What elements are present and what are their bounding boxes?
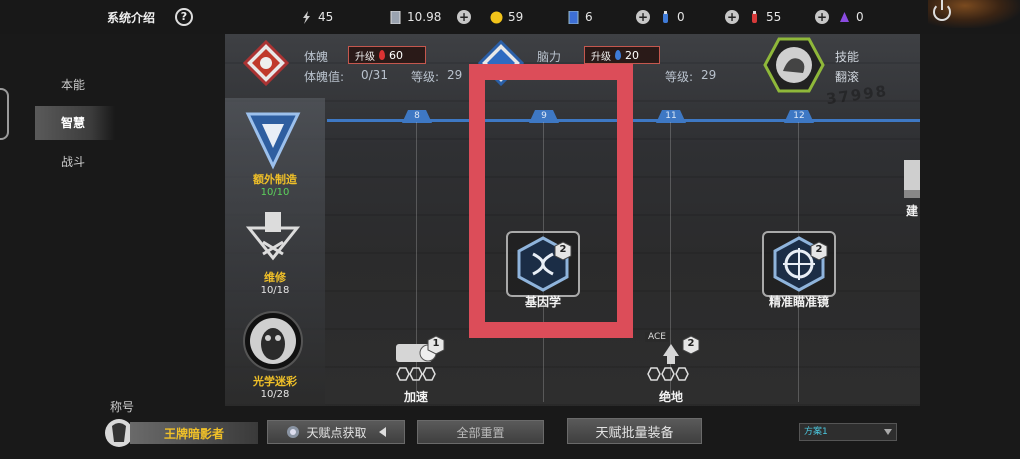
get-talent-points-button[interactable]: 天赋点获取 (267, 420, 405, 444)
chevron-down-icon (884, 429, 892, 435)
talent-rank: 2 (687, 338, 695, 349)
roll-skill-icon[interactable] (763, 37, 825, 93)
side-talent-name: 光学迷彩 (253, 375, 297, 388)
red-potion-icon (752, 10, 757, 23)
physique-label: 体魄 (304, 50, 329, 64)
physique-icon (243, 40, 289, 86)
skill-label: 技能 (835, 50, 860, 64)
nav-wisdom[interactable]: 智慧 (35, 106, 115, 140)
talent-name: 绝地 (658, 390, 683, 404)
mind-level: 29 (701, 68, 717, 82)
optical-camo-icon[interactable] (240, 310, 306, 372)
physique-level: 29 (447, 68, 463, 82)
repair-icon[interactable] (245, 208, 301, 264)
physique-value-label: 体魄值: (304, 70, 345, 84)
collapse-arrow-icon (378, 427, 386, 437)
add-gold-button[interactable]: + (457, 10, 471, 24)
talent-rank: 2 (815, 244, 823, 255)
extra-craft-icon[interactable] (242, 108, 304, 170)
resource-blue-card: 6 (567, 8, 593, 26)
gold-coin-icon (490, 11, 503, 23)
button-label: 天赋点获取 (306, 425, 367, 440)
resource-value: 0 (856, 10, 864, 24)
scheme-value: 方案1 (804, 427, 828, 437)
upgrade-label: 升级 (355, 51, 375, 63)
ace-tag: ACE (645, 332, 669, 342)
resource-value: 45 (318, 10, 334, 24)
physique-value: 0/31 (361, 68, 388, 82)
power-icon[interactable] (933, 0, 951, 21)
resource-purple: + 0 (815, 8, 864, 26)
side-talent-count: 10/28 (260, 389, 290, 400)
purple-crystal-icon (840, 11, 849, 22)
blue-card-icon (568, 10, 579, 24)
highlight-box (469, 64, 633, 338)
bolt-icon (303, 10, 310, 24)
talent-point-icon (287, 426, 300, 438)
side-talent-count: 10/10 (260, 187, 290, 198)
talent-name: 建 (906, 204, 919, 218)
talent-name: 精准瞄准镜 (768, 295, 829, 309)
resource-gold: + 59 (457, 8, 523, 26)
side-talent-count: 10/18 (260, 285, 290, 296)
resource-value: 55 (766, 10, 782, 24)
nav-instinct[interactable]: 本能 (35, 68, 115, 102)
resource-value: 0 (677, 10, 685, 24)
title-name[interactable]: 王牌暗影者 (130, 422, 258, 444)
card-icon (390, 10, 401, 24)
resource-blue-potion: + 0 (636, 8, 685, 26)
upgrade-label: 升级 (591, 51, 611, 63)
mind-label: 脑力 (537, 50, 562, 64)
mind-level-label: 等级: (665, 70, 694, 84)
build-icon[interactable] (900, 150, 920, 198)
add-red-potion-button[interactable]: + (725, 10, 739, 24)
upgrade-cost: 20 (625, 48, 639, 62)
side-talent-name: 额外制造 (253, 173, 297, 186)
blue-potion-icon (663, 10, 668, 23)
nav-combat[interactable]: 战斗 (35, 145, 115, 179)
talent-rank: 1 (432, 338, 440, 349)
resource-red-potion: + 55 (725, 8, 781, 26)
help-icon[interactable]: ? (175, 8, 193, 26)
resource-value: 59 (508, 10, 524, 24)
add-blue-potion-button[interactable]: + (636, 10, 650, 24)
title-label: 称号 (110, 400, 135, 414)
system-intro-link[interactable]: 系统介绍 (107, 9, 155, 26)
talent-name: 加速 (403, 390, 428, 404)
skill-name: 翻滚 (835, 70, 860, 84)
nav-edge-bracket (0, 88, 9, 140)
resource-bolt: 45 (300, 8, 333, 26)
blue-potion-icon (615, 50, 621, 60)
resource-value: 6 (585, 10, 593, 24)
upgrade-cost: 60 (389, 48, 403, 62)
resource-value: 10.98 (407, 10, 442, 24)
physique-level-label: 等级: (411, 70, 440, 84)
batch-equip-button[interactable]: 天赋批量装备 (567, 418, 702, 444)
side-talent-name: 维修 (264, 271, 286, 284)
scheme-select[interactable]: 方案1 (799, 423, 897, 441)
physique-upgrade-button[interactable]: 升级 60 (348, 46, 426, 64)
mind-upgrade-button[interactable]: 升级 20 (584, 46, 660, 64)
red-potion-icon (379, 50, 385, 60)
resource-card: 10.98 (389, 8, 441, 26)
reset-all-button[interactable]: 全部重置 (417, 420, 544, 444)
add-purple-button[interactable]: + (815, 10, 829, 24)
